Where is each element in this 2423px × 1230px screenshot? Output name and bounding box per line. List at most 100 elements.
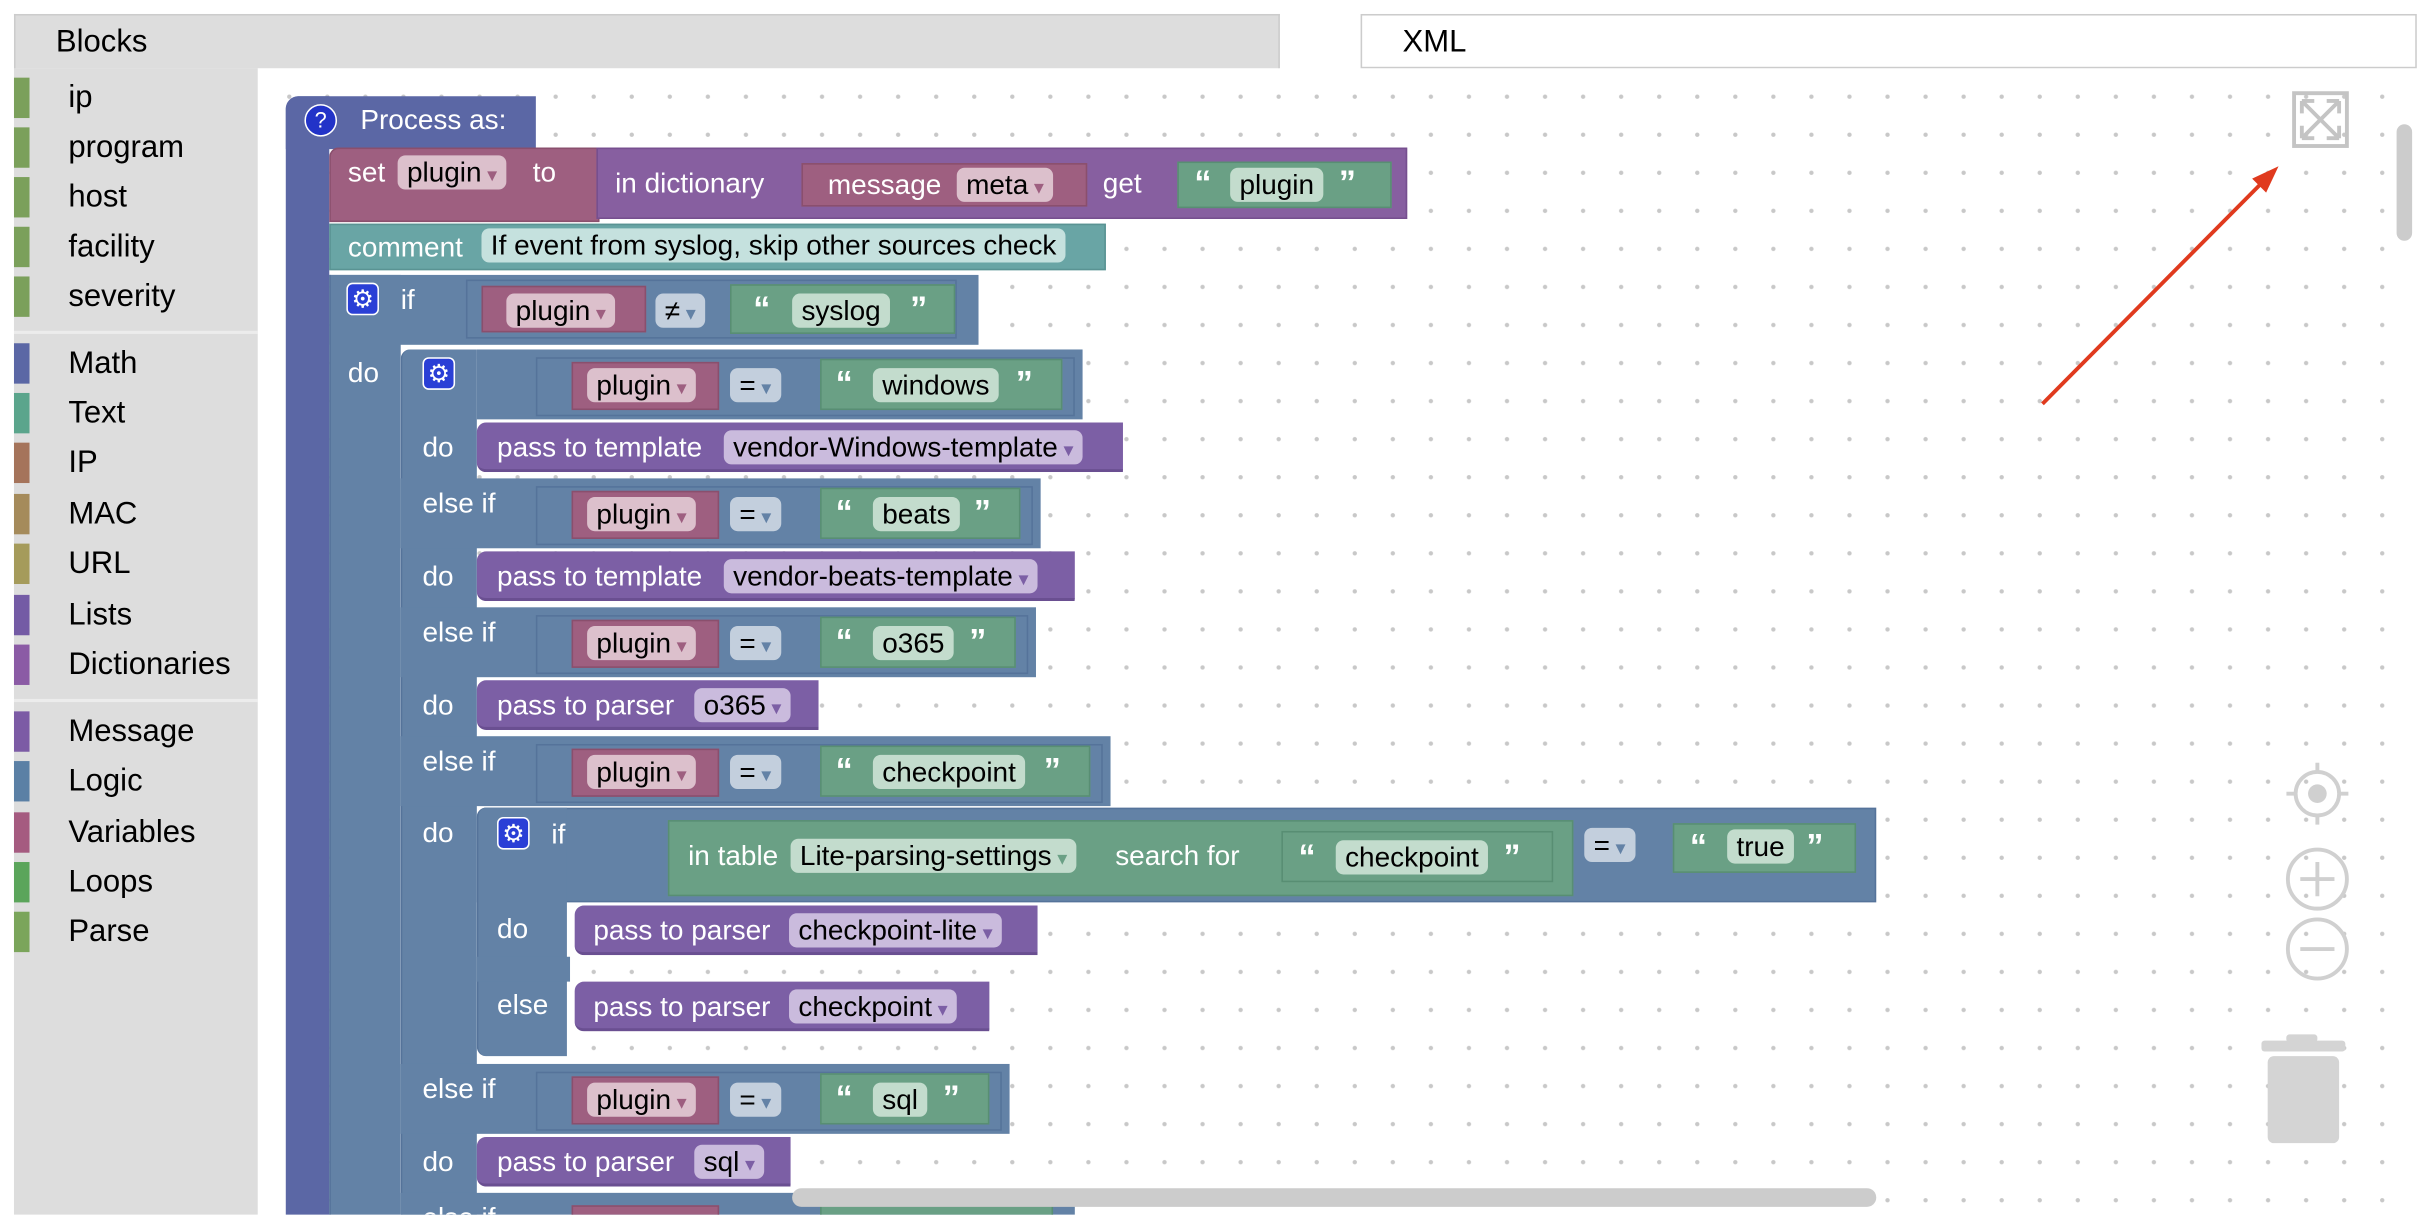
category-color-bar xyxy=(13,493,30,535)
variable-dropdown[interactable]: plugin xyxy=(587,625,697,661)
zoom-out-icon[interactable] xyxy=(2283,915,2351,983)
category-color-bar xyxy=(13,442,30,484)
category-facility[interactable]: facility xyxy=(13,226,258,268)
variable-get-block[interactable] xyxy=(571,1205,720,1215)
close-quote-icon: ” xyxy=(1015,363,1033,403)
category-ip[interactable]: ip xyxy=(13,77,258,119)
text-field[interactable]: o365 xyxy=(872,625,954,661)
category-text[interactable]: Text xyxy=(13,392,258,434)
operator-dropdown[interactable]: = xyxy=(730,368,781,403)
text-field[interactable]: sql xyxy=(872,1082,928,1117)
target-dropdown[interactable]: o365 xyxy=(694,688,791,723)
fullscreen-icon[interactable] xyxy=(2289,89,2351,151)
comment-text-field[interactable]: If event from syslog, skip other sources… xyxy=(481,228,1066,263)
category-loops[interactable]: Loops xyxy=(13,862,258,903)
target-dropdown[interactable]: vendor-Windows-template xyxy=(723,430,1083,465)
help-icon[interactable]: ? xyxy=(304,104,338,137)
recenter-icon[interactable] xyxy=(2286,762,2349,825)
category-color-bar xyxy=(13,761,30,802)
get-label: get xyxy=(1102,167,1142,199)
action-label: pass to parser xyxy=(593,990,771,1023)
category-severity[interactable]: severity xyxy=(13,276,258,317)
action-label: pass to parser xyxy=(593,914,771,946)
category-logic[interactable]: Logic xyxy=(13,761,258,802)
parser-dropdown[interactable]: checkpoint-lite xyxy=(789,913,1003,948)
action-label: pass to template xyxy=(497,431,703,463)
text-field[interactable]: windows xyxy=(872,368,999,403)
open-quote-icon: “ xyxy=(1298,837,1316,877)
category-url[interactable]: URL xyxy=(13,543,258,585)
operator-dropdown[interactable]: = xyxy=(730,625,781,661)
workspace[interactable]: ? Process as: set plugin to in dictionar… xyxy=(257,68,2417,1215)
category-host[interactable]: host xyxy=(13,177,258,218)
category-color-bar xyxy=(13,392,30,434)
trash-icon[interactable] xyxy=(2258,1031,2348,1146)
operator-dropdown[interactable]: = xyxy=(730,1082,781,1117)
search-for-label: search for xyxy=(1115,840,1240,872)
text-field[interactable]: plugin xyxy=(1230,167,1324,202)
toolbox-sidebar: ip program host facility severity Math Text IP M… xyxy=(13,68,258,1215)
gear-icon[interactable]: ⚙ xyxy=(346,282,379,316)
text-field[interactable]: checkpoint xyxy=(1335,840,1489,875)
in-dictionary-label: in dictionary xyxy=(615,167,765,199)
if-block-spine xyxy=(329,274,401,1215)
table-dropdown[interactable]: Lite-parsing-settings xyxy=(790,838,1077,873)
category-variables[interactable]: Variables xyxy=(13,812,258,853)
category-label: ip xyxy=(68,80,93,115)
gear-icon[interactable]: ⚙ xyxy=(497,816,530,850)
tab-xml[interactable]: XML xyxy=(1360,13,2417,69)
open-quote-icon: “ xyxy=(835,492,853,532)
category-label: MAC xyxy=(68,497,138,532)
gear-icon[interactable]: ⚙ xyxy=(422,357,456,390)
vertical-scrollbar[interactable] xyxy=(2396,124,2413,241)
variable-dropdown[interactable]: plugin xyxy=(587,497,697,532)
category-lists[interactable]: Lists xyxy=(13,594,258,636)
category-ip[interactable]: IP xyxy=(13,442,258,484)
category-message[interactable]: Message xyxy=(13,711,258,752)
category-parse[interactable]: Parse xyxy=(13,911,258,953)
category-color-bar xyxy=(13,276,30,317)
category-color-bar xyxy=(13,127,30,168)
horizontal-scrollbar[interactable] xyxy=(792,1188,1877,1207)
process-block-spine xyxy=(285,96,330,1215)
target-dropdown[interactable]: vendor-beats-template xyxy=(723,559,1038,594)
comment-label: comment xyxy=(347,231,463,263)
process-label: Process as: xyxy=(360,104,507,136)
close-quote-icon: ” xyxy=(1503,837,1521,877)
do-label: do xyxy=(422,816,454,849)
category-label: Loops xyxy=(68,865,153,900)
do-label: do xyxy=(497,913,529,945)
operator-dropdown[interactable]: = xyxy=(1584,827,1635,863)
operator-dropdown[interactable]: = xyxy=(730,754,781,790)
variable-dropdown[interactable]: plugin xyxy=(587,368,697,403)
variable-dropdown[interactable]: plugin xyxy=(587,754,697,790)
open-quote-icon: “ xyxy=(835,363,853,403)
category-color-bar xyxy=(13,911,30,953)
do-label: do xyxy=(422,560,454,592)
category-program[interactable]: program xyxy=(13,127,258,168)
do-label: do xyxy=(347,357,380,389)
category-color-bar xyxy=(13,594,30,636)
action-label: pass to template xyxy=(497,560,703,592)
parser-dropdown[interactable]: checkpoint xyxy=(789,989,958,1024)
text-field[interactable]: checkpoint xyxy=(872,754,1026,790)
variable-dropdown[interactable]: plugin xyxy=(397,155,507,190)
variable-dropdown[interactable]: plugin xyxy=(587,1082,697,1117)
text-field[interactable]: syslog xyxy=(792,293,891,328)
zoom-in-icon[interactable] xyxy=(2283,845,2351,913)
category-label: Variables xyxy=(68,815,196,850)
else-if-label: else if xyxy=(422,616,496,648)
operator-dropdown[interactable]: ≠ xyxy=(655,293,706,328)
category-mac[interactable]: MAC xyxy=(13,493,258,535)
text-field[interactable]: true xyxy=(1727,829,1794,864)
category-math[interactable]: Math xyxy=(13,343,258,384)
close-quote-icon: ” xyxy=(969,621,987,661)
category-dictionaries[interactable]: Dictionaries xyxy=(13,644,258,685)
operator-dropdown[interactable]: = xyxy=(730,497,781,532)
variable-dropdown[interactable]: plugin xyxy=(506,293,616,328)
target-dropdown[interactable]: sql xyxy=(694,1144,765,1179)
tab-blocks[interactable]: Blocks xyxy=(13,13,1280,69)
else-if-label: else if xyxy=(422,1202,495,1214)
text-field[interactable]: beats xyxy=(872,497,960,532)
message-field-dropdown[interactable]: meta xyxy=(956,167,1054,202)
